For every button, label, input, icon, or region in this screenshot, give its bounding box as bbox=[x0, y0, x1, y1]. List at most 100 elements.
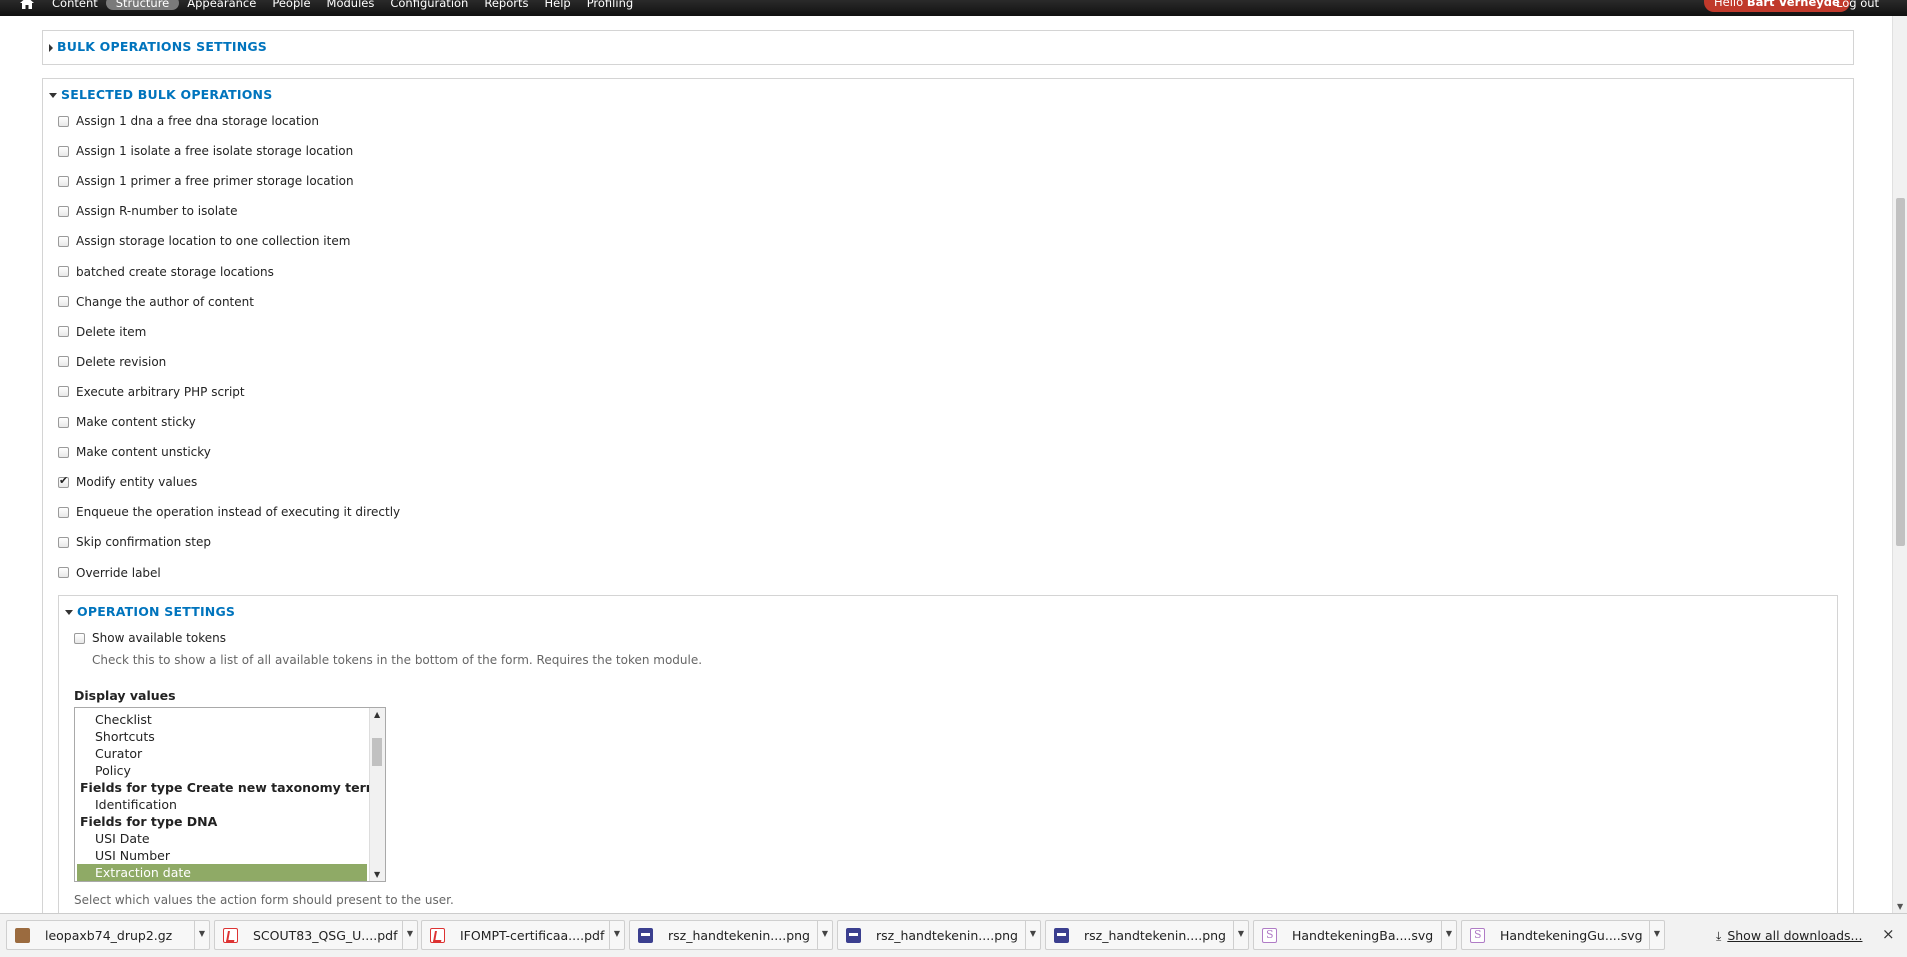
page-scroll-thumb[interactable] bbox=[1896, 198, 1905, 546]
chevron-down-icon[interactable]: ▼ bbox=[1025, 921, 1040, 949]
toolbar-nav: Content Structure Appearance People Modules C… bbox=[44, 0, 641, 10]
selected-bulk-operations-legend[interactable]: SELECTED BULK OPERATIONS bbox=[49, 87, 272, 102]
bulk-operation-row[interactable]: Delete item bbox=[58, 324, 146, 340]
scroll-down-arrow-icon[interactable]: ▼ bbox=[374, 870, 380, 879]
toolbar-nav-appearance[interactable]: Appearance bbox=[179, 0, 264, 10]
toolbar-nav-people[interactable]: People bbox=[264, 0, 318, 10]
bulk-operation-row[interactable]: Assign storage location to one collectio… bbox=[58, 233, 350, 249]
download-item[interactable]: HandtekeningBa....svg ▼ bbox=[1253, 920, 1457, 950]
scroll-down-arrow-icon[interactable]: ▼ bbox=[1897, 902, 1903, 911]
download-item[interactable]: SCOUT83_QSG_U....pdf ▼ bbox=[214, 920, 418, 950]
scroll-up-arrow-icon[interactable]: ▲ bbox=[374, 710, 380, 719]
bulk-operation-label: Assign R-number to isolate bbox=[76, 204, 238, 219]
bulk-operation-checkbox[interactable] bbox=[58, 115, 69, 127]
bulk-operation-checkbox[interactable] bbox=[58, 446, 69, 458]
bulk-operation-row[interactable]: Delete revision bbox=[58, 354, 166, 370]
bulk-operation-label: Assign 1 dna a free dna storage location bbox=[76, 114, 319, 128]
select-option[interactable]: Policy bbox=[77, 762, 367, 779]
select-option[interactable]: USI Number bbox=[77, 847, 367, 864]
chevron-down-icon[interactable]: ▼ bbox=[1441, 921, 1456, 949]
toolbar-nav-configuration[interactable]: Configuration bbox=[382, 0, 476, 10]
bulk-operation-checkbox[interactable] bbox=[58, 235, 69, 247]
select-option[interactable]: Checklist bbox=[77, 711, 367, 728]
download-file-name: SCOUT83_QSG_U....pdf bbox=[253, 928, 398, 943]
option-group-label: Fields for type DNA bbox=[80, 814, 218, 829]
bulk-operation-row[interactable]: Make content unsticky bbox=[58, 444, 211, 460]
chevron-down-icon[interactable]: ▼ bbox=[1233, 921, 1248, 949]
bulk-operation-checkbox[interactable] bbox=[58, 416, 69, 428]
chevron-down-icon[interactable]: ▼ bbox=[817, 921, 832, 949]
show-tokens-checkbox[interactable] bbox=[74, 632, 85, 644]
bulk-operation-checkbox[interactable] bbox=[58, 567, 69, 578]
home-icon[interactable] bbox=[20, 0, 34, 9]
select-option[interactable]: Identification bbox=[77, 796, 367, 813]
download-item[interactable]: rsz_handtekenin....png ▼ bbox=[1045, 920, 1249, 950]
chevron-down-icon[interactable]: ▼ bbox=[609, 921, 624, 949]
download-item[interactable]: rsz_handtekenin....png ▼ bbox=[629, 920, 833, 950]
toolbar-nav-help[interactable]: Help bbox=[536, 0, 578, 10]
select-option[interactable]: Curator bbox=[77, 745, 367, 762]
download-file-name: HandtekeningGu....svg bbox=[1500, 928, 1643, 943]
listbox-scroll-thumb[interactable] bbox=[372, 738, 382, 766]
bulk-operation-checkbox[interactable] bbox=[58, 205, 69, 217]
bulk-operation-checkbox[interactable] bbox=[58, 356, 69, 368]
bulk-operation-checkbox[interactable] bbox=[58, 386, 69, 398]
chevron-down-icon[interactable]: ▼ bbox=[194, 921, 209, 949]
toolbar-nav-modules[interactable]: Modules bbox=[319, 0, 383, 10]
listbox-scrollbar[interactable]: ▲ ▼ bbox=[369, 708, 385, 881]
download-item[interactable]: IFOMPT-certificaa....pdf ▼ bbox=[421, 920, 625, 950]
collapsed-triangle-icon bbox=[49, 43, 53, 52]
show-all-downloads-link[interactable]: ⤓ Show all downloads... bbox=[1716, 928, 1862, 944]
toolbar-nav-content[interactable]: Content bbox=[44, 0, 106, 10]
bulk-operation-row[interactable]: Change the author of content bbox=[58, 294, 254, 310]
bulk-operations-settings-legend[interactable]: BULK OPERATIONS SETTINGS bbox=[49, 39, 267, 54]
bulk-operation-checkbox[interactable] bbox=[58, 266, 69, 277]
bulk-operation-row[interactable]: Execute arbitrary PHP script bbox=[58, 384, 245, 400]
chevron-down-icon[interactable]: ▼ bbox=[402, 921, 417, 949]
bulk-operation-row[interactable]: Override label bbox=[58, 565, 161, 581]
user-greeting[interactable]: Hello Bart Verheyde bbox=[1704, 0, 1850, 12]
display-values-select[interactable]: Extraction date USI Number USI Date Fields … bbox=[74, 707, 386, 882]
toolbar-nav-profiling[interactable]: Profiling bbox=[579, 0, 641, 10]
toolbar-nav-reports[interactable]: Reports bbox=[476, 0, 536, 10]
bulk-operation-row[interactable]: Assign 1 dna a free dna storage location bbox=[58, 113, 319, 129]
option-group-label: Fields for type Create new taxonomy term bbox=[80, 780, 379, 795]
bulk-operation-row[interactable]: Modify entity values bbox=[58, 474, 197, 490]
download-file-name: rsz_handtekenin....png bbox=[1084, 928, 1226, 943]
select-option[interactable]: USI Date bbox=[77, 830, 367, 847]
bulk-operation-checkbox[interactable] bbox=[58, 145, 69, 157]
download-item[interactable]: rsz_handtekenin....png ▼ bbox=[837, 920, 1041, 950]
select-option[interactable]: Extraction date bbox=[77, 864, 367, 881]
bulk-operation-row[interactable]: Make content sticky bbox=[58, 414, 196, 430]
chevron-down-icon[interactable]: ▼ bbox=[1649, 921, 1664, 949]
page-scrollbar[interactable]: ▼ bbox=[1892, 16, 1907, 913]
bulk-operation-checkbox[interactable] bbox=[58, 474, 69, 488]
bulk-operation-row[interactable]: Assign 1 primer a free primer storage lo… bbox=[58, 173, 354, 189]
bulk-operation-checkbox[interactable] bbox=[58, 296, 69, 308]
display-values-description: Select which values the action form shou… bbox=[74, 893, 454, 907]
bulk-operation-row[interactable]: Enqueue the operation instead of executi… bbox=[58, 504, 400, 520]
bulk-operation-label: batched create storage locations bbox=[76, 264, 274, 279]
download-item[interactable]: HandtekeningGu....svg ▼ bbox=[1461, 920, 1665, 950]
bulk-operation-row[interactable]: Skip confirmation step bbox=[58, 534, 211, 550]
user-name: Bart Verheyde bbox=[1746, 0, 1840, 9]
display-values-label: Display values bbox=[74, 688, 176, 703]
bulk-operation-row[interactable]: Assign 1 isolate a free isolate storage … bbox=[58, 143, 353, 159]
bulk-operation-checkbox[interactable] bbox=[58, 506, 69, 518]
bulk-operation-label: Assign 1 isolate a free isolate storage … bbox=[76, 144, 354, 159]
bulk-operation-checkbox[interactable] bbox=[58, 536, 69, 548]
close-icon[interactable]: × bbox=[1882, 925, 1895, 943]
bulk-operation-row[interactable]: batched create storage locations bbox=[58, 264, 274, 280]
show-tokens-row[interactable]: Show available tokens bbox=[74, 630, 226, 646]
select-option[interactable]: Shortcuts bbox=[77, 728, 367, 745]
bulk-operation-checkbox[interactable] bbox=[58, 175, 69, 187]
image-icon bbox=[1054, 928, 1069, 943]
bulk-operation-checkbox[interactable] bbox=[58, 326, 69, 338]
toolbar-nav-structure[interactable]: Structure bbox=[105, 0, 180, 10]
operation-settings-legend[interactable]: OPERATION SETTINGS bbox=[65, 604, 235, 619]
download-item[interactable]: leopaxb74_drup2.gz ▼ bbox=[6, 920, 210, 950]
bulk-operation-label: Assign 1 primer a free primer storage lo… bbox=[76, 174, 354, 189]
download-shelf: leopaxb74_drup2.gz ▼ SCOUT83_QSG_U....pdf ▼… bbox=[0, 913, 1907, 957]
logout-link[interactable]: Log out bbox=[1836, 0, 1879, 10]
bulk-operation-row[interactable]: Assign R-number to isolate bbox=[58, 203, 237, 219]
